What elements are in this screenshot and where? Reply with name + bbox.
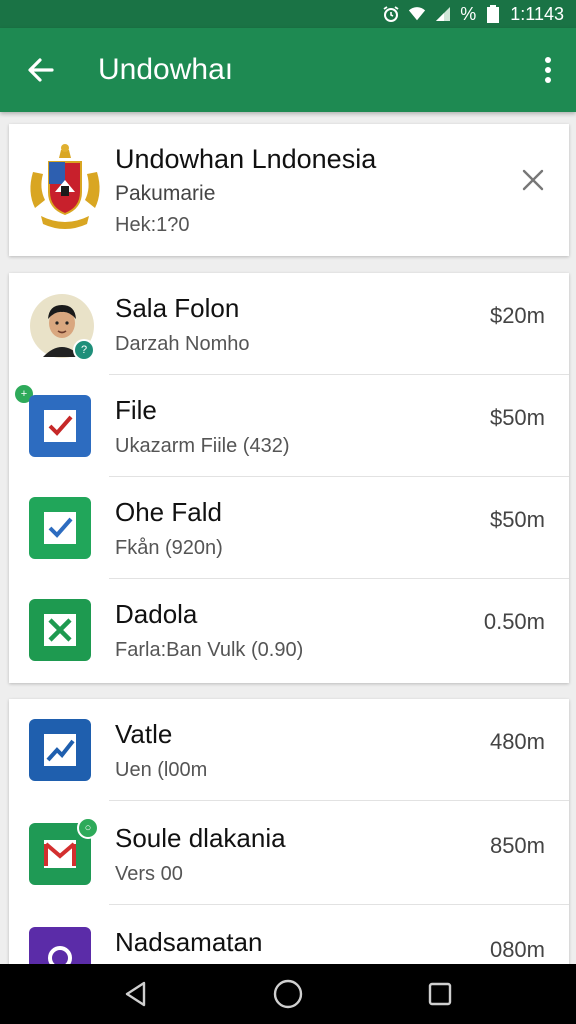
item-size: 480m [489, 729, 545, 754]
list-item[interactable]: Vatle Uen (l00m 480m [9, 699, 569, 801]
item-subtitle: Uen (l00m [115, 759, 208, 781]
more-vert-icon [545, 57, 551, 83]
item-subtitle: Farla:Ban Vulk (0.90) [115, 639, 304, 661]
item-size: 080m [489, 937, 545, 962]
battery-percent: % [460, 3, 477, 24]
status-badge: ○ [77, 817, 99, 839]
circle-home-icon [273, 979, 303, 1009]
header-card: Undowhan Lndonesia Pakumarie Hek:1?0 [9, 124, 569, 256]
item-subtitle: Ukazarm Fiile (432) [115, 435, 290, 457]
green-check-icon [29, 497, 91, 559]
item-size: $50m [489, 507, 545, 532]
alarm-icon [382, 5, 400, 23]
app-list-card: Vatle Uen (l00m 480m ○ Soule dlakania Ve… [9, 699, 569, 989]
signal-icon [434, 5, 452, 23]
status-badge: ? [73, 339, 95, 361]
back-button[interactable] [0, 28, 80, 112]
header-title: Undowhan Lndonesia [115, 144, 377, 174]
item-size: $20m [489, 303, 545, 328]
item-size: 0.50m [483, 609, 545, 634]
item-subtitle: Vers 00 [115, 863, 183, 885]
clock: 1:1143 [510, 3, 564, 24]
app-list-card: ? Sala Folon Darzah Nomho $20m + File Uk… [9, 273, 569, 683]
square-recents-icon [428, 982, 452, 1006]
list-item[interactable]: Ohe Fald Fkån (920n) $50m [9, 477, 569, 579]
item-title: Dadola [115, 599, 198, 629]
nav-recents-button[interactable] [410, 964, 470, 1024]
nav-back-button[interactable] [106, 964, 166, 1024]
item-title: File [115, 395, 157, 425]
blue-check-icon [29, 395, 91, 457]
person-avatar-icon: ? [29, 293, 95, 361]
close-button[interactable] [515, 162, 551, 198]
nav-home-button[interactable] [258, 964, 318, 1024]
list-item[interactable]: ○ Soule dlakania Vers 00 850m [9, 803, 569, 905]
overflow-menu-button[interactable] [520, 28, 576, 112]
excel-x-icon [29, 599, 91, 661]
coat-of-arms-icon [25, 142, 105, 234]
item-title: Soule dlakania [115, 823, 286, 853]
gmail-icon: ○ [29, 817, 99, 885]
list-item[interactable]: ? Sala Folon Darzah Nomho $20m [9, 273, 569, 375]
item-title: Vatle [115, 719, 173, 749]
item-subtitle: Darzah Nomho [115, 333, 250, 355]
divider [109, 800, 569, 801]
arrow-back-icon [28, 58, 54, 82]
divider [109, 904, 569, 905]
battery-icon [484, 5, 502, 23]
item-size: $50m [489, 405, 545, 430]
item-title: Sala Folon [115, 293, 240, 323]
app-bar: Undowhaı [0, 28, 576, 112]
system-nav-bar [0, 964, 576, 1024]
list-item[interactable]: Dadola Farla:Ban Vulk (0.90) 0.50m [9, 579, 569, 681]
list-item[interactable]: + File Ukazarm Fiile (432) $50m [9, 375, 569, 477]
item-title: Ohe Fald [115, 497, 222, 527]
header-subtitle: Pakumarie [115, 182, 216, 205]
close-icon [522, 169, 544, 191]
page-title: Undowhaı [98, 53, 234, 86]
wifi-icon [408, 5, 426, 23]
item-subtitle: Fkån (920n) [115, 537, 223, 559]
item-size: 850m [489, 833, 545, 858]
item-title: Nadsamatan [115, 927, 263, 957]
header-meta: Hek:1?0 [115, 214, 190, 236]
triangle-back-icon [125, 981, 146, 1007]
trend-chart-icon [29, 719, 91, 781]
status-bar: % 1:1143 [0, 0, 576, 28]
